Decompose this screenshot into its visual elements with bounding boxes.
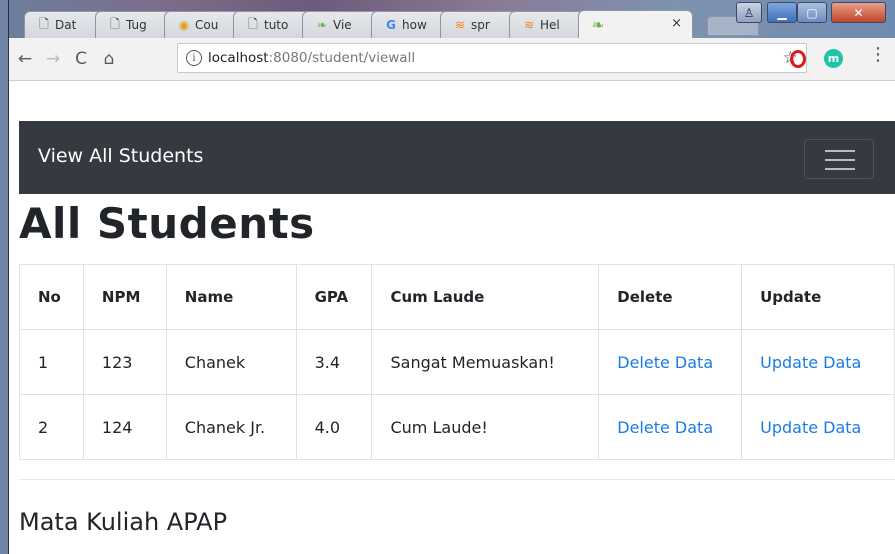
cell-npm: 123 — [83, 329, 167, 395]
tab-label: how — [402, 18, 427, 32]
browser-tab-active[interactable]: ❧ × — [578, 10, 693, 38]
students-table: No NPM Name GPA Cum Laude Delete Update … — [19, 264, 895, 460]
url-host: localhost — [208, 50, 269, 66]
cell-npm: 124 — [83, 394, 167, 460]
hamburger-icon — [825, 159, 855, 161]
forward-icon[interactable]: → — [41, 49, 65, 69]
tab-label: Cou — [195, 18, 219, 32]
minimize-button[interactable]: ▁ — [767, 2, 797, 23]
hamburger-icon — [825, 150, 855, 152]
table-header-row: No NPM Name GPA Cum Laude Delete Update — [19, 264, 895, 330]
tab-label: tuto — [264, 18, 289, 32]
reload-icon[interactable]: C — [69, 49, 93, 69]
update-data-link[interactable]: Update Data — [760, 353, 861, 372]
browser-menu-icon[interactable]: ⋮ — [869, 46, 887, 64]
cell-no: 2 — [19, 394, 84, 460]
hamburger-icon — [825, 168, 855, 170]
navbar: View All Students — [19, 121, 895, 194]
maximize-icon: ▢ — [806, 5, 818, 20]
m-extension-icon[interactable]: m — [824, 49, 843, 68]
page-top-area — [19, 81, 895, 121]
address-bar[interactable]: i localhost:8080/student/viewall ☆ — [177, 43, 807, 73]
cell-cum-laude: Cum Laude! — [371, 394, 600, 460]
leaf-icon: ❧ — [316, 18, 328, 32]
cell-gpa: 3.4 — [296, 329, 373, 395]
leaf-icon: ❧ — [591, 15, 605, 34]
tab-label: Dat — [55, 18, 77, 32]
section-divider — [19, 479, 895, 480]
back-icon[interactable]: ← — [13, 49, 37, 69]
stack-icon: ≋ — [523, 18, 535, 32]
info-icon[interactable]: i — [186, 50, 202, 66]
delete-data-link[interactable]: Delete Data — [617, 418, 713, 437]
browser-toolbar: ← → C ⌂ i localhost:8080/student/viewall… — [9, 38, 895, 81]
page-icon: 🗋 — [248, 16, 258, 31]
navbar-brand[interactable]: View All Students — [38, 145, 203, 167]
table-row: 2 124 Chanek Jr. 4.0 Cum Laude! Delete D… — [19, 394, 895, 460]
column-header-name: Name — [166, 264, 297, 330]
page-title: All Students — [19, 199, 315, 248]
close-window-button[interactable]: ✕ — [831, 2, 886, 23]
tab-label: Vie — [333, 18, 352, 32]
column-header-update: Update — [741, 264, 895, 330]
maximize-button[interactable]: ▢ — [797, 2, 827, 23]
cell-name: Chanek — [166, 329, 297, 395]
section-heading: Mata Kuliah APAP — [19, 508, 228, 536]
update-data-link[interactable]: Update Data — [760, 418, 861, 437]
cell-no: 1 — [19, 329, 84, 395]
column-header-no: No — [19, 264, 84, 330]
close-icon: ✕ — [853, 5, 864, 20]
navbar-toggler-button[interactable] — [804, 139, 874, 179]
page-icon: 🗋 — [110, 16, 120, 31]
opera-extension-icon[interactable] — [790, 50, 806, 68]
cell-name: Chanek Jr. — [166, 394, 297, 460]
column-header-cum-laude: Cum Laude — [371, 264, 600, 330]
table-row: 1 123 Chanek 3.4 Sangat Memuaskan! Delet… — [19, 329, 895, 395]
stack-icon: ≋ — [454, 18, 466, 32]
delete-data-link[interactable]: Delete Data — [617, 353, 713, 372]
minimize-icon: ▁ — [777, 5, 787, 20]
course-icon: ◉ — [178, 18, 190, 32]
page-icon: 🗋 — [39, 16, 49, 31]
column-header-gpa: GPA — [296, 264, 373, 330]
column-header-npm: NPM — [83, 264, 167, 330]
column-header-delete: Delete — [598, 264, 743, 330]
home-icon[interactable]: ⌂ — [97, 49, 121, 69]
user-icon: ♙ — [743, 5, 755, 20]
user-profile-button[interactable]: ♙ — [736, 2, 762, 23]
google-icon: G — [386, 18, 396, 32]
url-path: :8080/student/viewall — [268, 50, 416, 66]
cell-cum-laude: Sangat Memuaskan! — [371, 329, 600, 395]
close-tab-icon[interactable]: × — [671, 16, 682, 31]
tab-label: Tug — [126, 18, 147, 32]
tab-label: spr — [471, 18, 490, 32]
tab-label: Hel — [540, 18, 560, 32]
window-frame — [0, 0, 9, 554]
cell-gpa: 4.0 — [296, 394, 373, 460]
